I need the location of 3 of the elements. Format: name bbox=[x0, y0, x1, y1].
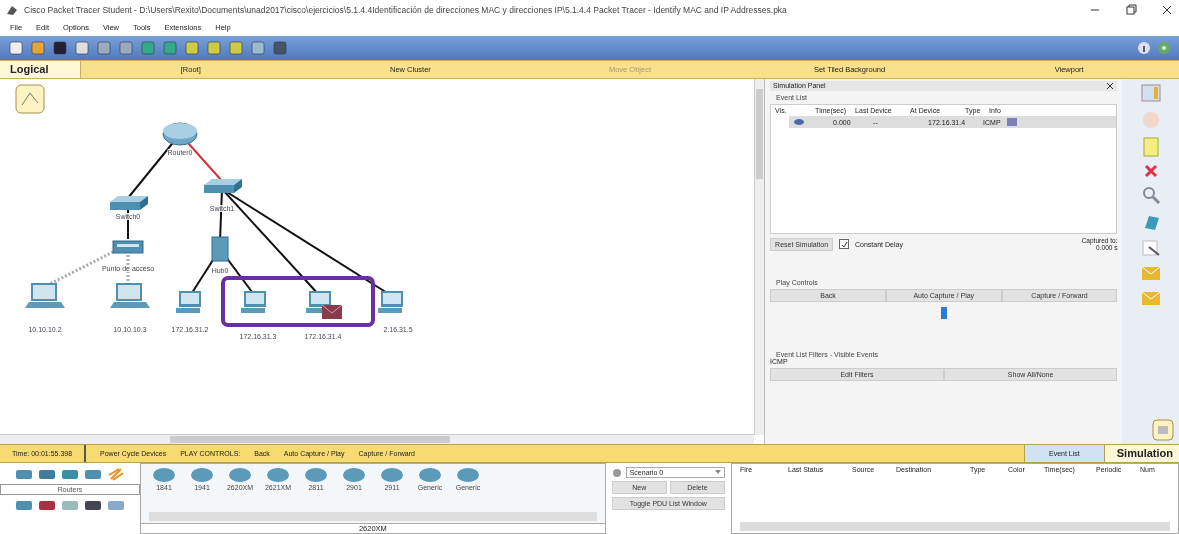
logical-tab[interactable]: Logical bbox=[0, 61, 81, 78]
simulation-tab[interactable]: Simulation bbox=[1103, 445, 1179, 462]
window-title: Cisco Packet Tracer Student - D:\Users\Rexito\Documents\unad2017\cisco\ejercicios\5.1.4.4Identificación de direcciones MAC y direcciones IP\5.1.4.4 Packet Tracer - Identify MAC and IP Addresses.pka bbox=[24, 5, 788, 15]
